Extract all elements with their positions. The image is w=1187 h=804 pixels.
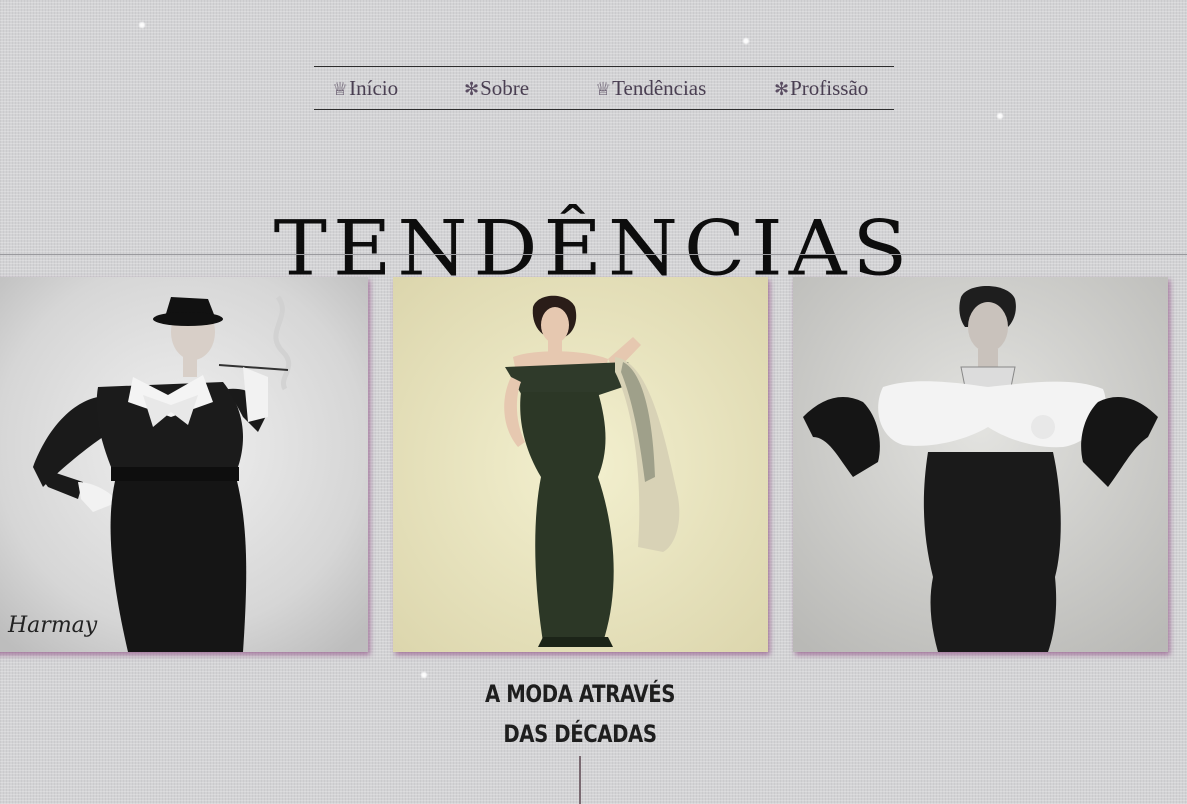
main-nav: ♕Início ✻Sobre ♕Tendências ✻Profissão xyxy=(314,66,894,110)
photo-fashion-stole-image xyxy=(793,277,1168,652)
nav-item-label: Tendências xyxy=(612,76,707,100)
photo-fashion-stole[interactable] xyxy=(793,277,1168,652)
asterisk-flower-icon: ✻ xyxy=(464,79,480,100)
photo-fashion-suit-image: Harmay xyxy=(0,277,368,652)
nav-item-sobre[interactable]: ✻Sobre xyxy=(464,76,529,102)
section-divider xyxy=(0,254,1187,255)
caption-line-2: DAS DÉCADAS xyxy=(503,720,657,748)
vertical-divider xyxy=(579,756,581,804)
section-caption: A MODA ATRAVÉS DAS DÉCADAS xyxy=(104,674,1055,754)
nav-item-label: Início xyxy=(349,76,399,100)
nav-item-tendencias[interactable]: ♕Tendências xyxy=(595,76,706,102)
nav-item-inicio[interactable]: ♕Início xyxy=(332,76,398,102)
caption-line-1: A MODA ATRAVÉS xyxy=(484,680,676,708)
photo-fashion-gown-image xyxy=(393,277,768,652)
crown-icon: ♕ xyxy=(595,79,612,100)
photo-fashion-gown[interactable] xyxy=(393,277,768,652)
sparkle-decoration xyxy=(996,112,1004,120)
sparkle-decoration xyxy=(138,21,146,29)
nav-item-label: Profissão xyxy=(790,76,869,100)
photo-signature: Harmay xyxy=(7,613,98,638)
nav-item-label: Sobre xyxy=(480,76,530,100)
sparkle-decoration xyxy=(742,37,750,45)
photo-fashion-suit[interactable]: Harmay xyxy=(0,277,368,652)
nav-item-profissao[interactable]: ✻Profissão xyxy=(774,76,868,102)
crown-icon: ♕ xyxy=(332,79,349,100)
asterisk-flower-icon: ✻ xyxy=(774,79,790,100)
